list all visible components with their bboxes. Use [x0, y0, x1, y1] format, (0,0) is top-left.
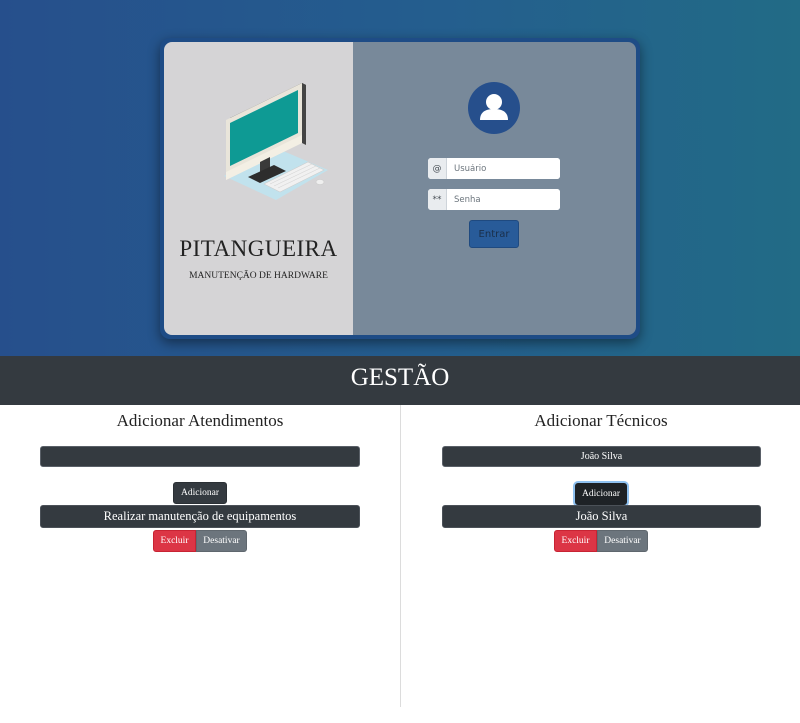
add-attendance-button[interactable]: Adicionar	[173, 482, 227, 504]
desktop-computer-icon	[224, 83, 328, 200]
user-avatar-icon	[468, 82, 520, 134]
at-sign-icon: @	[428, 158, 447, 179]
password-group: **	[428, 189, 560, 210]
brand-panel: PITANGUEIRA MANUTENÇÃO DE HARDWARE	[164, 42, 353, 335]
attendance-item: Realizar manutenção de equipamentos	[40, 505, 360, 528]
delete-technician-button[interactable]: Excluir	[554, 530, 597, 552]
attendances-section: Adicionar Atendimentos Adicionar Realiza…	[0, 405, 400, 723]
hero-section: PITANGUEIRA MANUTENÇÃO DE HARDWARE @ **	[0, 0, 800, 356]
technician-item: João Silva	[442, 505, 761, 528]
asterisk-icon: **	[428, 189, 447, 210]
login-panel: @ ** Entrar	[353, 42, 636, 335]
technicians-title: Adicionar Técnicos	[534, 411, 668, 430]
management-header: GESTÃO	[0, 356, 800, 405]
add-technician-button[interactable]: Adicionar	[575, 483, 627, 505]
technician-input[interactable]: João Silva	[442, 446, 761, 467]
login-button[interactable]: Entrar	[469, 220, 519, 248]
technicians-section: Adicionar Técnicos João Silva Adicionar …	[401, 405, 800, 723]
username-group: @	[428, 158, 560, 179]
delete-attendance-button[interactable]: Excluir	[153, 530, 196, 552]
disable-attendance-button[interactable]: Desativar	[196, 530, 247, 552]
brand-title: PITANGUEIRA	[179, 236, 338, 261]
attendance-input[interactable]	[40, 446, 360, 467]
brand-subtitle: MANUTENÇÃO DE HARDWARE	[189, 271, 328, 281]
login-card: PITANGUEIRA MANUTENÇÃO DE HARDWARE @ **	[160, 38, 640, 339]
username-input[interactable]	[447, 158, 560, 179]
attendances-title: Adicionar Atendimentos	[116, 411, 284, 430]
password-input[interactable]	[447, 189, 560, 210]
disable-technician-button[interactable]: Desativar	[597, 530, 648, 552]
